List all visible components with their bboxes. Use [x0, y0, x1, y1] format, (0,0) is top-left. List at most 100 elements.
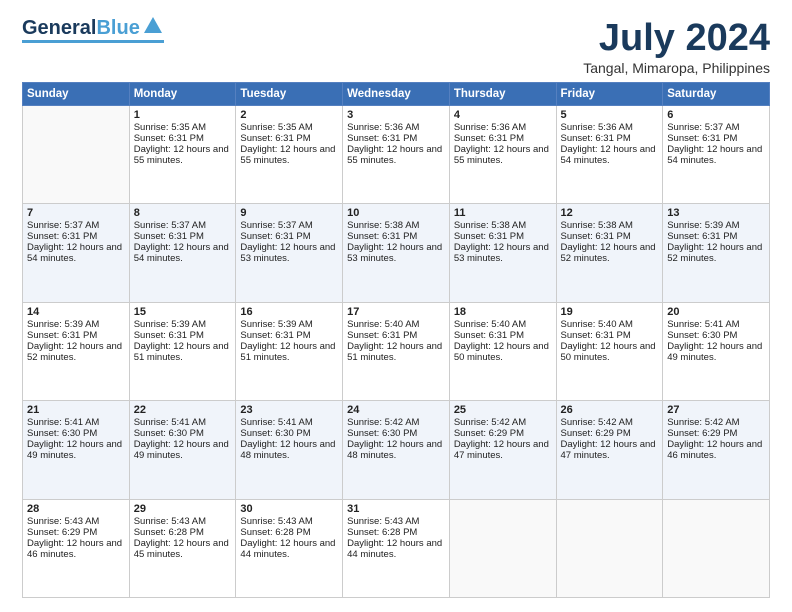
sunrise-text: Sunrise: 5:42 AM: [667, 417, 765, 428]
month-title: July 2024: [583, 18, 770, 60]
day-number: 20: [667, 306, 765, 318]
sunrise-text: Sunrise: 5:37 AM: [667, 122, 765, 133]
calendar-header-row: Sunday Monday Tuesday Wednesday Thursday…: [23, 82, 770, 105]
sunset-text: Sunset: 6:31 PM: [561, 330, 659, 341]
daylight-text: Daylight: 12 hours and 55 minutes.: [454, 144, 552, 166]
sunrise-text: Sunrise: 5:43 AM: [240, 516, 338, 527]
sunrise-text: Sunrise: 5:35 AM: [240, 122, 338, 133]
sunset-text: Sunset: 6:31 PM: [240, 133, 338, 144]
col-monday: Monday: [129, 82, 236, 105]
sunset-text: Sunset: 6:31 PM: [240, 330, 338, 341]
day-number: 17: [347, 306, 445, 318]
calendar-week-row: 21Sunrise: 5:41 AMSunset: 6:30 PMDayligh…: [23, 401, 770, 499]
table-row: 22Sunrise: 5:41 AMSunset: 6:30 PMDayligh…: [129, 401, 236, 499]
calendar-week-row: 14Sunrise: 5:39 AMSunset: 6:31 PMDayligh…: [23, 302, 770, 400]
table-row: 21Sunrise: 5:41 AMSunset: 6:30 PMDayligh…: [23, 401, 130, 499]
table-row: [23, 105, 130, 203]
sunset-text: Sunset: 6:31 PM: [667, 231, 765, 242]
table-row: 24Sunrise: 5:42 AMSunset: 6:30 PMDayligh…: [343, 401, 450, 499]
daylight-text: Daylight: 12 hours and 54 minutes.: [561, 144, 659, 166]
daylight-text: Daylight: 12 hours and 48 minutes.: [347, 439, 445, 461]
sunrise-text: Sunrise: 5:42 AM: [454, 417, 552, 428]
table-row: 14Sunrise: 5:39 AMSunset: 6:31 PMDayligh…: [23, 302, 130, 400]
daylight-text: Daylight: 12 hours and 49 minutes.: [134, 439, 232, 461]
title-block: July 2024 Tangal, Mimaropa, Philippines: [583, 18, 770, 76]
logo-blue: Blue: [96, 17, 139, 39]
day-number: 4: [454, 109, 552, 121]
sunset-text: Sunset: 6:30 PM: [667, 330, 765, 341]
col-wednesday: Wednesday: [343, 82, 450, 105]
table-row: 19Sunrise: 5:40 AMSunset: 6:31 PMDayligh…: [556, 302, 663, 400]
sunset-text: Sunset: 6:31 PM: [347, 133, 445, 144]
col-saturday: Saturday: [663, 82, 770, 105]
sunset-text: Sunset: 6:30 PM: [27, 428, 125, 439]
table-row: [556, 499, 663, 597]
daylight-text: Daylight: 12 hours and 54 minutes.: [134, 242, 232, 264]
sunrise-text: Sunrise: 5:41 AM: [667, 319, 765, 330]
sunset-text: Sunset: 6:31 PM: [667, 133, 765, 144]
table-row: 8Sunrise: 5:37 AMSunset: 6:31 PMDaylight…: [129, 204, 236, 302]
table-row: 18Sunrise: 5:40 AMSunset: 6:31 PMDayligh…: [449, 302, 556, 400]
day-number: 23: [240, 404, 338, 416]
sunrise-text: Sunrise: 5:39 AM: [240, 319, 338, 330]
sunrise-text: Sunrise: 5:38 AM: [454, 220, 552, 231]
day-number: 21: [27, 404, 125, 416]
sunrise-text: Sunrise: 5:39 AM: [667, 220, 765, 231]
col-sunday: Sunday: [23, 82, 130, 105]
table-row: 6Sunrise: 5:37 AMSunset: 6:31 PMDaylight…: [663, 105, 770, 203]
daylight-text: Daylight: 12 hours and 55 minutes.: [240, 144, 338, 166]
day-number: 1: [134, 109, 232, 121]
calendar-week-row: 1Sunrise: 5:35 AMSunset: 6:31 PMDaylight…: [23, 105, 770, 203]
daylight-text: Daylight: 12 hours and 50 minutes.: [561, 341, 659, 363]
sunset-text: Sunset: 6:31 PM: [561, 133, 659, 144]
daylight-text: Daylight: 12 hours and 44 minutes.: [240, 538, 338, 560]
table-row: 30Sunrise: 5:43 AMSunset: 6:28 PMDayligh…: [236, 499, 343, 597]
sunrise-text: Sunrise: 5:43 AM: [347, 516, 445, 527]
daylight-text: Daylight: 12 hours and 53 minutes.: [347, 242, 445, 264]
sunrise-text: Sunrise: 5:36 AM: [561, 122, 659, 133]
sunrise-text: Sunrise: 5:43 AM: [134, 516, 232, 527]
day-number: 10: [347, 207, 445, 219]
logo-underline: [22, 40, 164, 43]
daylight-text: Daylight: 12 hours and 52 minutes.: [27, 341, 125, 363]
sunset-text: Sunset: 6:30 PM: [240, 428, 338, 439]
sunrise-text: Sunrise: 5:40 AM: [347, 319, 445, 330]
sunrise-text: Sunrise: 5:42 AM: [347, 417, 445, 428]
daylight-text: Daylight: 12 hours and 55 minutes.: [134, 144, 232, 166]
sunrise-text: Sunrise: 5:37 AM: [240, 220, 338, 231]
sunset-text: Sunset: 6:31 PM: [27, 330, 125, 341]
day-number: 29: [134, 503, 232, 515]
daylight-text: Daylight: 12 hours and 53 minutes.: [240, 242, 338, 264]
daylight-text: Daylight: 12 hours and 44 minutes.: [347, 538, 445, 560]
daylight-text: Daylight: 12 hours and 53 minutes.: [454, 242, 552, 264]
daylight-text: Daylight: 12 hours and 45 minutes.: [134, 538, 232, 560]
daylight-text: Daylight: 12 hours and 51 minutes.: [347, 341, 445, 363]
col-thursday: Thursday: [449, 82, 556, 105]
sunset-text: Sunset: 6:29 PM: [454, 428, 552, 439]
sunset-text: Sunset: 6:31 PM: [347, 330, 445, 341]
table-row: 1Sunrise: 5:35 AMSunset: 6:31 PMDaylight…: [129, 105, 236, 203]
daylight-text: Daylight: 12 hours and 54 minutes.: [667, 144, 765, 166]
daylight-text: Daylight: 12 hours and 50 minutes.: [454, 341, 552, 363]
sunset-text: Sunset: 6:31 PM: [561, 231, 659, 242]
sunrise-text: Sunrise: 5:38 AM: [561, 220, 659, 231]
daylight-text: Daylight: 12 hours and 52 minutes.: [667, 242, 765, 264]
day-number: 6: [667, 109, 765, 121]
table-row: 29Sunrise: 5:43 AMSunset: 6:28 PMDayligh…: [129, 499, 236, 597]
daylight-text: Daylight: 12 hours and 49 minutes.: [27, 439, 125, 461]
col-friday: Friday: [556, 82, 663, 105]
day-number: 30: [240, 503, 338, 515]
table-row: 3Sunrise: 5:36 AMSunset: 6:31 PMDaylight…: [343, 105, 450, 203]
table-row: 4Sunrise: 5:36 AMSunset: 6:31 PMDaylight…: [449, 105, 556, 203]
sunset-text: Sunset: 6:29 PM: [561, 428, 659, 439]
sunset-text: Sunset: 6:31 PM: [27, 231, 125, 242]
sunset-text: Sunset: 6:31 PM: [454, 231, 552, 242]
sunset-text: Sunset: 6:31 PM: [134, 133, 232, 144]
daylight-text: Daylight: 12 hours and 49 minutes.: [667, 341, 765, 363]
table-row: 11Sunrise: 5:38 AMSunset: 6:31 PMDayligh…: [449, 204, 556, 302]
sunset-text: Sunset: 6:31 PM: [134, 231, 232, 242]
day-number: 27: [667, 404, 765, 416]
logo-text: GeneralBlue: [22, 18, 140, 38]
daylight-text: Daylight: 12 hours and 47 minutes.: [561, 439, 659, 461]
day-number: 22: [134, 404, 232, 416]
